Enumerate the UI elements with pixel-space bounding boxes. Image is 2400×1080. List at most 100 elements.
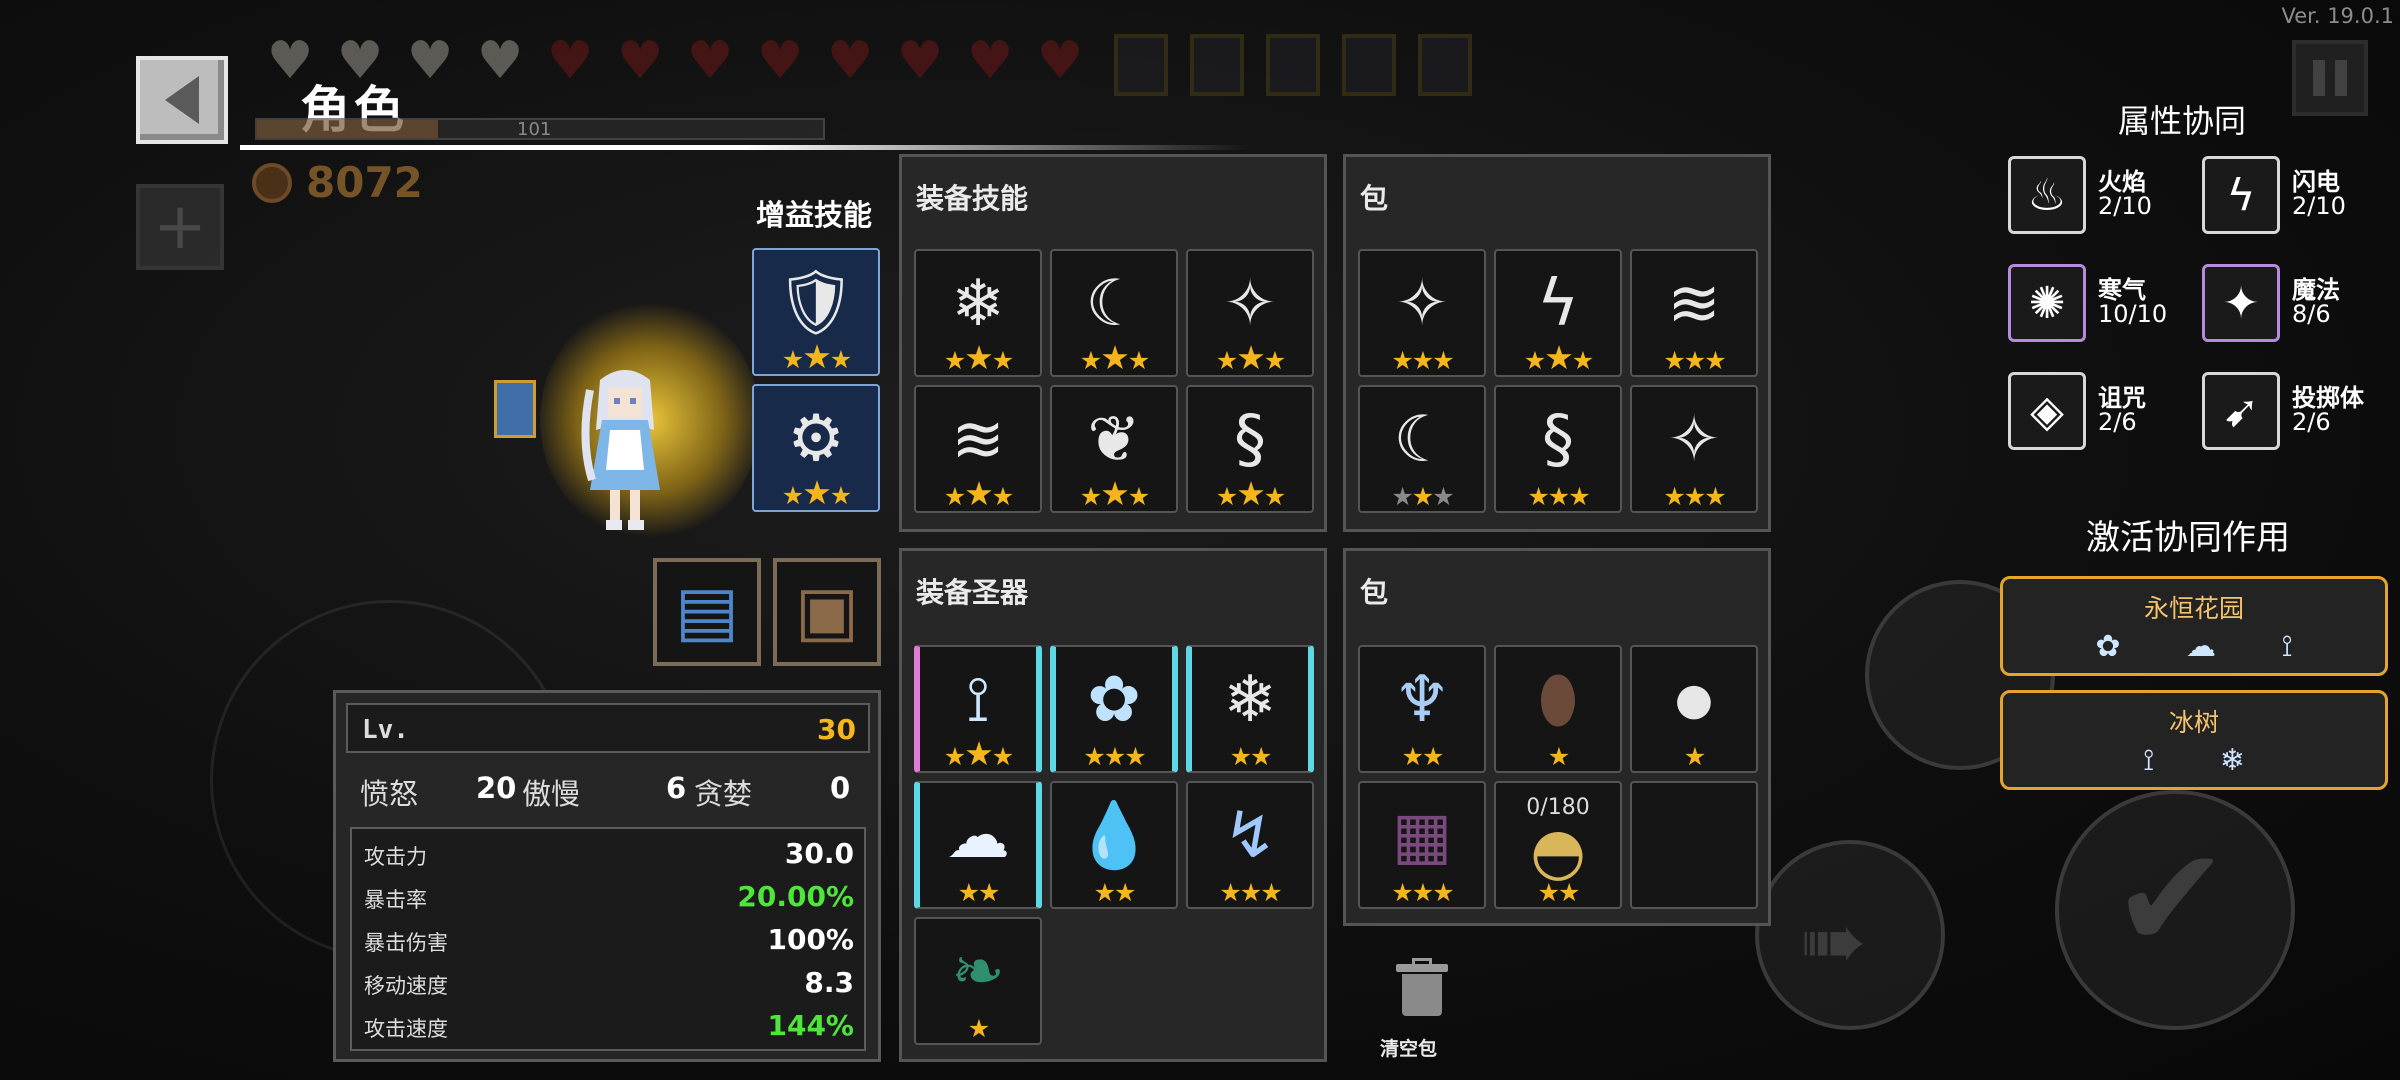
equip-skills-panel: 装备技能 ❄ ★★★ ☾ ★★★ ✧ ★★★ ≋ ★★★ ❦ ★★★ § ★★★ bbox=[899, 154, 1327, 532]
add-button[interactable]: + bbox=[136, 184, 224, 270]
relic-slot[interactable]: ❧ ★ bbox=[914, 917, 1042, 1045]
star-rating: ★★★ bbox=[1663, 346, 1726, 375]
heart-icon: ♥ bbox=[1036, 31, 1084, 91]
buff-slot[interactable]: 🛡 ★★★ bbox=[752, 248, 880, 376]
synergy-fire[interactable]: ♨ 火焰 2/10 bbox=[2008, 156, 2228, 236]
shield-icon bbox=[1418, 34, 1472, 96]
bag-slot[interactable]: ♆ ★★ bbox=[1358, 645, 1486, 773]
title-underline bbox=[240, 145, 1250, 150]
chest-item-button[interactable]: ▣ bbox=[773, 558, 881, 666]
confirm-check-icon[interactable]: ✔ bbox=[2112, 830, 2229, 970]
coin-icon bbox=[252, 162, 292, 203]
level-label: Lv. bbox=[362, 715, 409, 745]
star-rating: ★★★ bbox=[1391, 346, 1454, 375]
clear-bag-button[interactable]: 清空包 bbox=[1380, 1034, 1437, 1061]
green-leaf-icon: ❧ bbox=[951, 935, 1005, 1009]
stat-label: 攻击速度 bbox=[364, 1017, 448, 1041]
wind-streak-icon: ≋ bbox=[1667, 267, 1721, 341]
relic-slot[interactable]: ↯ ★★★ bbox=[1186, 781, 1314, 909]
relic-slot[interactable]: ❄ ★★ bbox=[1186, 645, 1314, 773]
snowflake-icon: ❄ bbox=[1223, 663, 1277, 737]
heart-icon: ♥ bbox=[966, 31, 1014, 91]
bag-slot[interactable]: ≋ ★★★ bbox=[1630, 249, 1758, 377]
combo-eternal-garden[interactable]: 永恒花园 ✿ ☁ ⟟ bbox=[2000, 576, 2388, 676]
ice-shard-icon: ✧ bbox=[1667, 403, 1721, 477]
combo-ice-tree[interactable]: 冰树 ⟟ ❄ bbox=[2000, 690, 2388, 790]
stat-label: 暴击率 bbox=[364, 888, 427, 912]
synergy-lightning[interactable]: ϟ 闪电 2/10 bbox=[2202, 156, 2400, 236]
skill-slot[interactable]: ❦ ★★★ bbox=[1050, 385, 1178, 513]
star-rating: ★★★ bbox=[1215, 338, 1286, 377]
bag-slot[interactable]: ✧ ★★★ bbox=[1630, 385, 1758, 513]
skill-slot[interactable]: ✧ ★★★ bbox=[1186, 249, 1314, 377]
buff-slot[interactable]: ⚙ ★★★ bbox=[752, 384, 880, 512]
empty-bag-slot[interactable] bbox=[1630, 781, 1758, 909]
pause-button[interactable] bbox=[2292, 40, 2368, 116]
trash-icon[interactable] bbox=[1392, 958, 1452, 1018]
buff-skills-title: 增益技能 bbox=[756, 198, 873, 232]
dark-chest-icon: ▣ bbox=[794, 572, 860, 651]
synergy-curse[interactable]: ◈ 诅咒 2/6 bbox=[2008, 372, 2228, 452]
stat-value: 30.0 bbox=[784, 837, 854, 870]
snowflake-orb-icon: ❄ bbox=[951, 267, 1005, 341]
synergy-frost[interactable]: ✺ 寒气 10/10 bbox=[2008, 264, 2228, 344]
greed-label: 贪婪 bbox=[694, 777, 753, 811]
ice-shard-icon: ✧ bbox=[1395, 267, 1449, 341]
back-button[interactable] bbox=[136, 56, 228, 144]
ice-flower-icon: ✿ bbox=[1087, 663, 1141, 737]
skill-slot[interactable]: ☾ ★★★ bbox=[1050, 249, 1178, 377]
synergy-count: 2/6 bbox=[2098, 408, 2137, 436]
sin-row: 愤怒 20 傲慢 6 贪婪 0 bbox=[360, 771, 860, 811]
dash-arrow-icon[interactable]: ➠ bbox=[1800, 895, 1867, 988]
bag-slot[interactable]: ☾ ★★★ bbox=[1358, 385, 1486, 513]
star-rating: ★★ bbox=[1093, 878, 1137, 907]
heart-icon: ♥ bbox=[896, 31, 944, 91]
shield-icon bbox=[1342, 34, 1396, 96]
heart-icon: ♥ bbox=[826, 31, 874, 91]
relic-slot[interactable]: ✿ ★★★ bbox=[1050, 645, 1178, 773]
panel-title: 包 bbox=[1360, 576, 1389, 609]
health-bar: ♥ ♥ ♥ ♥ ♥ ♥ ♥ ♥ ♥ ♥ ♥ ♥ bbox=[258, 34, 1472, 96]
bag-slot[interactable]: § ★★★ bbox=[1494, 385, 1622, 513]
relic-slot[interactable]: ☁ ★★ bbox=[914, 781, 1042, 909]
level-value: 30 bbox=[817, 713, 856, 746]
synergy-count: 8/6 bbox=[2292, 300, 2331, 328]
greed-value: 0 bbox=[830, 771, 851, 805]
synergy-count: 2/6 bbox=[2292, 408, 2331, 436]
pride-value: 6 bbox=[666, 771, 687, 805]
pride-label: 傲慢 bbox=[522, 777, 581, 811]
projectile-icon: ➹ bbox=[2202, 372, 2280, 450]
brown-pouch-icon: ⬮ bbox=[1537, 663, 1579, 737]
character-sprite[interactable] bbox=[580, 360, 670, 540]
bag-slot[interactable]: ▦ ★★★ bbox=[1358, 781, 1486, 909]
star-rating: ★★★ bbox=[943, 338, 1014, 377]
synergy-magic[interactable]: ✦ 魔法 8/6 bbox=[2202, 264, 2400, 344]
bag-slot[interactable]: 0/180 ◓ ★★ bbox=[1494, 781, 1622, 909]
synergy-title: 属性协同 bbox=[2118, 102, 2247, 140]
bag-slot[interactable]: ✧ ★★★ bbox=[1358, 249, 1486, 377]
stat-crit-rate: 暴击率 20.00% bbox=[364, 880, 854, 926]
level-row: Lv. 30 bbox=[346, 703, 870, 753]
xp-bar: 101 bbox=[255, 118, 825, 140]
heart-icon: ♥ bbox=[546, 31, 594, 91]
relic-slot[interactable]: ⟟ ★★★ bbox=[914, 645, 1042, 773]
stat-crit-damage: 暴击伤害 100% bbox=[364, 923, 854, 969]
spellbook-item-button[interactable]: ▤ bbox=[653, 558, 761, 666]
bag-slot[interactable]: ϟ ★★★ bbox=[1494, 249, 1622, 377]
stat-value: 100% bbox=[767, 923, 854, 956]
bag-slot[interactable]: ● ★ bbox=[1630, 645, 1758, 773]
synergy-projectile[interactable]: ➹ 投掷体 2/6 bbox=[2202, 372, 2400, 452]
relic-slot[interactable]: 💧 ★★ bbox=[1050, 781, 1178, 909]
panel-title: 装备圣器 bbox=[916, 576, 1029, 609]
skill-slot[interactable]: § ★★★ bbox=[1186, 385, 1314, 513]
bag-slot[interactable]: ⬮ ★ bbox=[1494, 645, 1622, 773]
ice-shard-icon: ✧ bbox=[1223, 267, 1277, 341]
xp-fill bbox=[257, 120, 439, 138]
stat-label: 攻击力 bbox=[364, 845, 427, 869]
white-orb-icon: ● bbox=[1674, 674, 1714, 725]
coin-counter: 8072 bbox=[252, 158, 423, 207]
frost-icon: ✺ bbox=[2008, 264, 2086, 342]
star-rating: ★ bbox=[1683, 742, 1706, 771]
skill-slot[interactable]: ❄ ★★★ bbox=[914, 249, 1042, 377]
skill-slot[interactable]: ≋ ★★★ bbox=[914, 385, 1042, 513]
